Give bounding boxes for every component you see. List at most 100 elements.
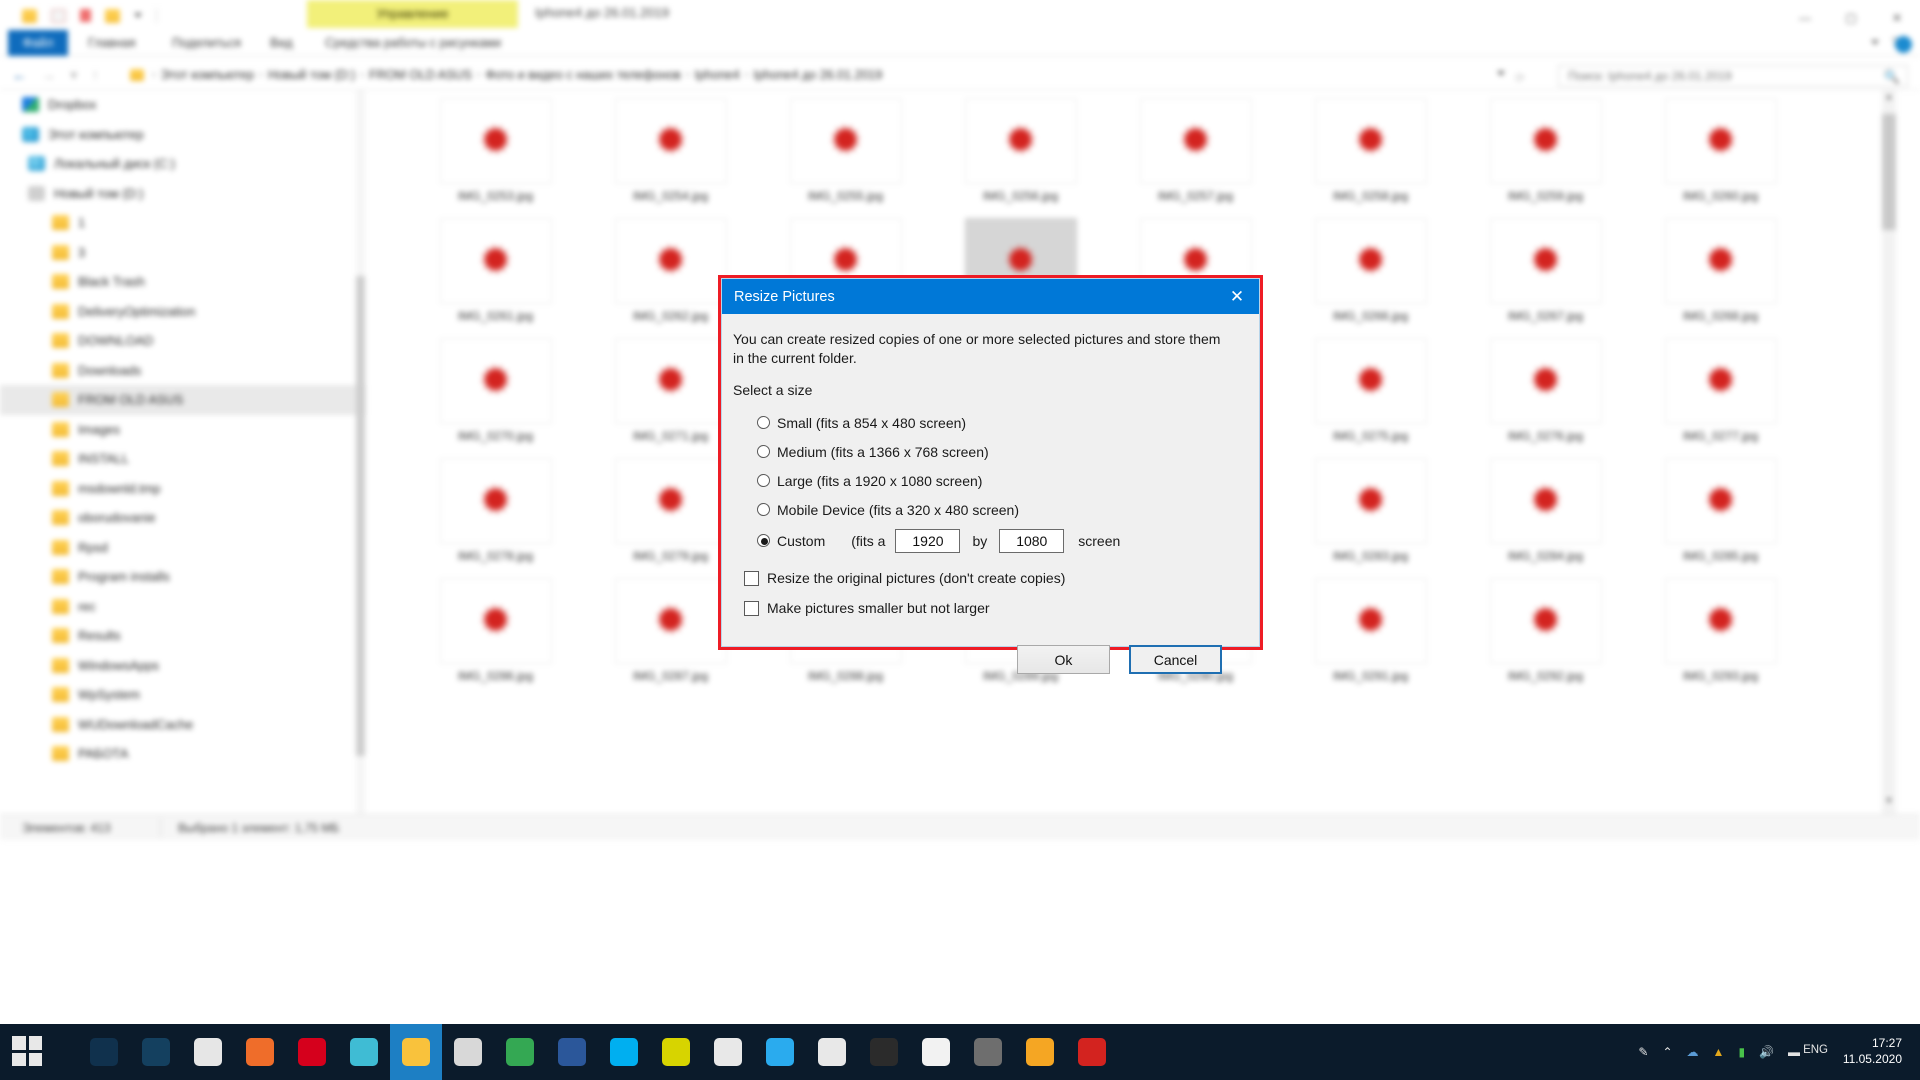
file-item[interactable]: ✹ IMG_0275.jpg (1283, 338, 1458, 458)
picture-file-icon[interactable]: ✹ (1139, 98, 1252, 184)
save-icon[interactable] (22, 8, 37, 23)
picture-file-icon[interactable]: ✹ (614, 338, 727, 424)
taskbar-chart-icon[interactable] (1014, 1024, 1066, 1080)
tab-file[interactable]: Файл (8, 30, 68, 56)
sidebar-item-d[interactable]: Новый том (D:) (0, 179, 366, 209)
file-item[interactable]: ✹ IMG_0270.jpg (408, 338, 583, 458)
picture-tools-contextual-tab[interactable]: Управление (307, 0, 518, 28)
file-item[interactable]: ✹ IMG_0258.jpg (1283, 98, 1458, 218)
chevron-down-icon[interactable] (134, 13, 142, 18)
search-icon[interactable]: 🔍 (1884, 69, 1900, 85)
taskbar-task-view-icon[interactable] (130, 1024, 182, 1080)
file-item[interactable]: ✹ IMG_0253.jpg (408, 98, 583, 218)
file-item[interactable]: ✹ IMG_0259.jpg (1458, 98, 1633, 218)
file-item[interactable]: ✹ IMG_0267.jpg (1458, 218, 1633, 338)
recent-locations-button[interactable]: ▾ (70, 66, 78, 84)
taskbar-app-icon-1[interactable] (702, 1024, 754, 1080)
chevron-up-icon[interactable]: ⌃ (1662, 1045, 1672, 1059)
radio-icon[interactable] (757, 445, 770, 458)
taskbar-search-icon[interactable] (78, 1024, 130, 1080)
tab-share[interactable]: Поделиться (172, 30, 241, 56)
picture-file-icon[interactable]: ✹ (1489, 458, 1602, 544)
sidebar-item-downloads[interactable]: Downloads (0, 356, 366, 386)
picture-file-icon[interactable]: ✹ (439, 218, 552, 304)
sidebar-item-oborudovanie[interactable]: oborudovanie (0, 503, 366, 533)
breadcrumb-item[interactable]: Iphone4 до 26.01.2019 (753, 68, 882, 82)
picture-file-icon[interactable]: ✹ (1314, 338, 1427, 424)
file-item[interactable]: ✹ IMG_0292.jpg (1458, 578, 1633, 698)
file-item[interactable]: ✹ IMG_0256.jpg (933, 98, 1108, 218)
picture-file-icon[interactable]: ✹ (439, 578, 552, 664)
breadcrumb-item[interactable]: Iphone4 (695, 68, 740, 82)
sidebar-item-black-trash[interactable]: Black Trash (0, 267, 366, 297)
radio-icon[interactable] (757, 416, 770, 429)
search-input[interactable]: Поиск: Iphone4 до 26.01.2019 (1558, 65, 1908, 87)
size-option-custom[interactable]: Custom (fits a 1920 by 1080 screen (757, 524, 1247, 557)
onedrive-icon[interactable]: ☁ (1687, 1045, 1699, 1059)
taskbar-file-explorer-icon[interactable] (390, 1024, 442, 1080)
picture-file-icon[interactable]: ✹ (1314, 458, 1427, 544)
picture-file-icon[interactable]: ✹ (1314, 578, 1427, 664)
custom-width-input[interactable]: 1920 (895, 528, 961, 553)
sidebar-item-msdownld-tmp[interactable]: msdownld.tmp (0, 474, 366, 504)
sidebar-item-3[interactable]: 3 (0, 238, 366, 268)
taskbar-telegram-icon[interactable] (754, 1024, 806, 1080)
tab-picture-tools[interactable]: Средства работы с рисунками (325, 30, 501, 56)
picture-file-icon[interactable]: ✹ (1664, 458, 1777, 544)
sidebar-item-windowsapps[interactable]: WindowsApps (0, 651, 366, 681)
tab-view[interactable]: Вид (270, 30, 293, 56)
navigation-pane[interactable]: Dropbox Этот компьютер Локальный диск (C:)… (0, 90, 366, 814)
size-option-small[interactable]: Small (fits a 854 x 480 screen) (757, 408, 1247, 437)
sidebar-item-from-old-asus[interactable]: FROM OLD ASUS (0, 385, 366, 415)
picture-file-icon[interactable]: ✹ (1489, 338, 1602, 424)
address-dropdown[interactable]: ⟳ (1496, 71, 1525, 85)
picture-file-icon[interactable]: ✹ (964, 98, 1077, 184)
sidebar-scrollbar-thumb[interactable] (356, 276, 365, 756)
picture-file-icon[interactable]: ✹ (1314, 98, 1427, 184)
account-avatar[interactable] (1895, 36, 1912, 53)
new-folder-icon[interactable] (105, 8, 120, 23)
sidebar-item-images[interactable]: Images (0, 415, 366, 445)
sidebar-item-[interactable]: Этот компьютер (0, 120, 366, 150)
sidebar-item-deliveryoptimization[interactable]: DeliveryOptimization (0, 297, 366, 327)
picture-file-icon[interactable]: ✹ (1489, 578, 1602, 664)
sidebar-item-[interactable]: РАБОТА (0, 739, 366, 769)
picture-file-icon[interactable]: ✹ (1314, 218, 1427, 304)
picture-file-icon[interactable]: ✹ (614, 218, 727, 304)
sidebar-item-wudownloadcache[interactable]: WUDownloadCache (0, 710, 366, 740)
taskbar-firefox-icon[interactable] (234, 1024, 286, 1080)
scroll-down-arrow-icon[interactable]: ▼ (1882, 796, 1896, 812)
picture-file-icon[interactable]: ✹ (439, 98, 552, 184)
taskbar-word-icon[interactable] (546, 1024, 598, 1080)
taskbar-paint-icon[interactable] (806, 1024, 858, 1080)
taskbar-cortana-icon[interactable] (182, 1024, 234, 1080)
close-icon[interactable]: ✕ (1215, 279, 1259, 314)
picture-file-icon[interactable]: ✹ (614, 578, 727, 664)
taskbar-text-editor-icon[interactable] (910, 1024, 962, 1080)
chevron-down-icon[interactable] (1496, 71, 1505, 76)
breadcrumb-item[interactable]: FROM OLD ASUS (369, 68, 472, 82)
language-indicator[interactable]: ENG (1803, 1044, 1828, 1056)
ok-button[interactable]: Ok (1017, 645, 1110, 674)
make-smaller-checkbox-row[interactable]: Make pictures smaller but not larger (733, 593, 1247, 623)
sidebar-item-wpsystem[interactable]: WpSystem (0, 680, 366, 710)
radio-icon[interactable] (757, 503, 770, 516)
picture-file-icon[interactable]: ✹ (614, 98, 727, 184)
content-scrollbar-thumb[interactable] (1882, 114, 1896, 230)
breadcrumb-item[interactable]: Фото и видео с наших телефонов (485, 68, 680, 82)
tab-home[interactable]: Главная (88, 30, 136, 56)
windows-start-icon[interactable] (12, 1036, 42, 1066)
file-item[interactable]: ✹ IMG_0278.jpg (408, 458, 583, 578)
radio-icon-selected[interactable] (757, 534, 770, 547)
file-item[interactable]: ✹ IMG_0255.jpg (758, 98, 933, 218)
sidebar-item-download[interactable]: DOWNLOAD (0, 326, 366, 356)
file-item[interactable]: ✹ IMG_0293.jpg (1633, 578, 1808, 698)
radio-icon[interactable] (757, 474, 770, 487)
properties-icon[interactable] (80, 9, 91, 22)
taskbar-store-icon[interactable] (442, 1024, 494, 1080)
size-option-mobile[interactable]: Mobile Device (fits a 320 x 480 screen) (757, 495, 1247, 524)
breadcrumb-item[interactable]: Этот компьютер (161, 68, 254, 82)
file-item[interactable]: ✹ IMG_0291.jpg (1283, 578, 1458, 698)
picture-file-icon[interactable]: ✹ (439, 458, 552, 544)
volume-icon[interactable]: 🔊 (1759, 1045, 1774, 1059)
